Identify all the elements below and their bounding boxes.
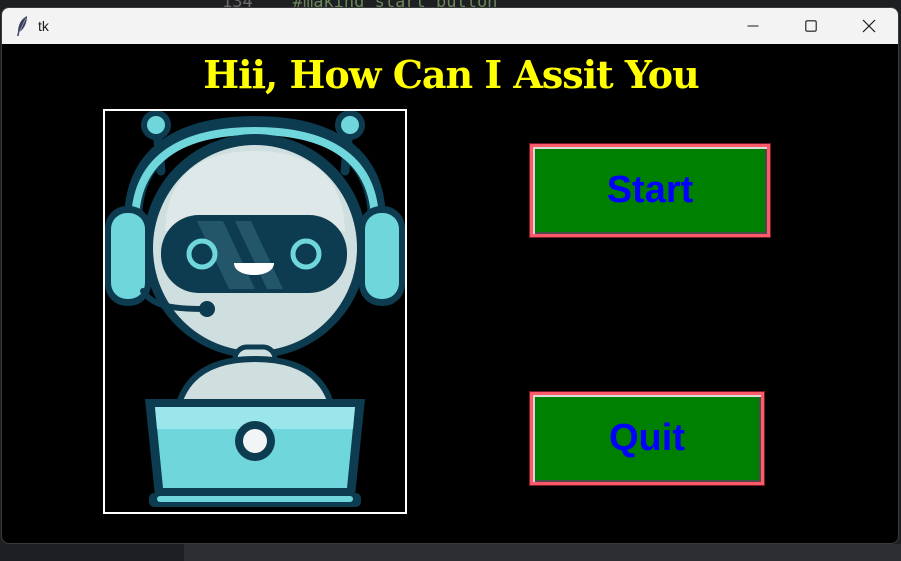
feather-icon (13, 15, 31, 37)
close-button[interactable] (840, 8, 898, 44)
maximize-icon (805, 20, 817, 32)
background-status-strip (184, 544, 901, 561)
tk-window: tk Hii, How Can I Assit You Start Quit (1, 7, 899, 544)
quit-button[interactable]: Quit (529, 391, 765, 486)
title-bar[interactable]: tk (2, 8, 898, 44)
minimize-icon (747, 25, 759, 27)
robot-image (103, 109, 407, 514)
window-controls (724, 8, 898, 44)
start-button[interactable]: Start (529, 143, 771, 238)
page-title: Hii, How Can I Assit You (203, 52, 699, 97)
minimize-button[interactable] (724, 8, 782, 44)
close-icon (862, 19, 876, 33)
maximize-button[interactable] (782, 8, 840, 44)
robot-illustration (105, 110, 405, 507)
window-title: tk (38, 18, 49, 34)
